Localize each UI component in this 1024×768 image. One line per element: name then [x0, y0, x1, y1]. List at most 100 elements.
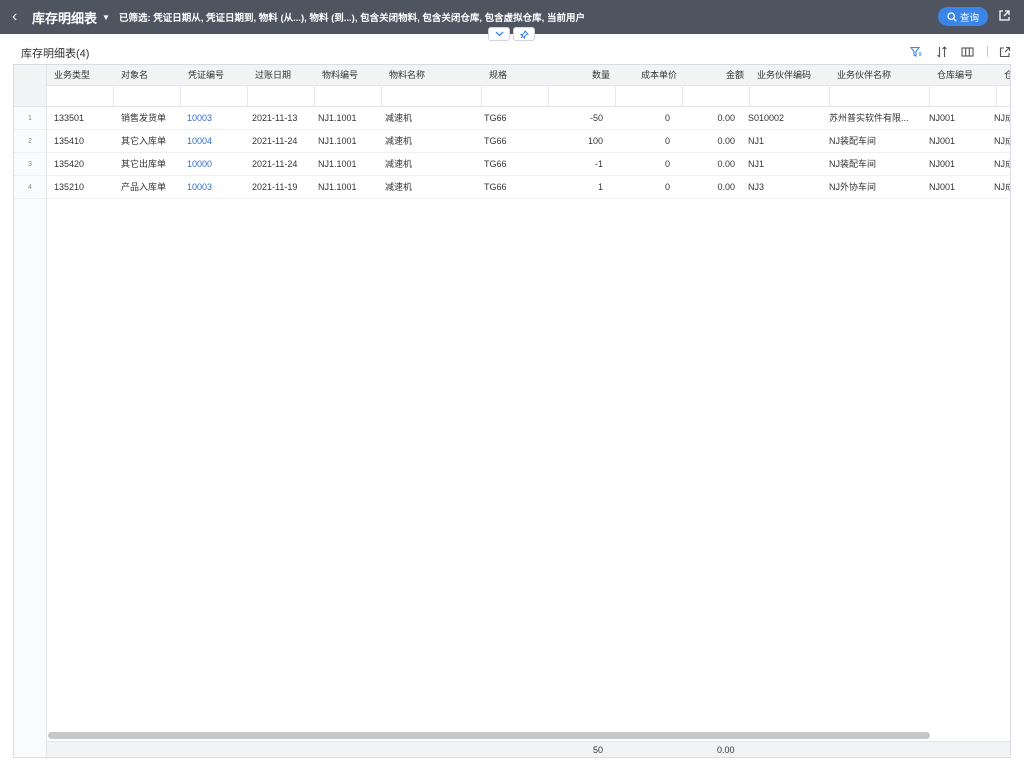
table-row[interactable]: 135420 其它出库单 10000 2021-11-24 NJ1.1001 减… — [47, 153, 1010, 176]
export-icon[interactable] — [998, 9, 1011, 22]
col-header-amount[interactable]: 金额 — [690, 65, 744, 85]
cell-posting-date: 2021-11-24 — [252, 136, 298, 146]
cell-bp-code: NJ3 — [748, 182, 765, 192]
filter-icon[interactable] — [909, 45, 922, 58]
col-header-quantity[interactable]: 数量 — [556, 65, 610, 85]
cell-item-name: 减速机 — [385, 182, 413, 192]
filter-cell[interactable] — [683, 86, 750, 106]
cell-item-code: NJ1.1001 — [318, 182, 357, 192]
col-header-unit-cost[interactable]: 成本单价 — [623, 65, 677, 85]
cell-amount: 0.00 — [717, 159, 735, 169]
page-title[interactable]: 库存明细表 — [32, 8, 97, 27]
search-icon — [947, 11, 957, 22]
cell-bp-code: NJ1 — [748, 159, 765, 169]
horizontal-scrollbar[interactable] — [48, 732, 930, 739]
cell-unit-cost: 0 — [664, 113, 670, 123]
index-header — [14, 65, 46, 107]
cell-warehouse-code: NJ001 — [929, 136, 956, 146]
pin-button[interactable] — [513, 27, 535, 41]
cell-spec: TG66 — [484, 136, 507, 146]
cell-unit-cost: 0 — [664, 136, 670, 146]
cell-quantity: 1 — [597, 182, 603, 192]
chevron-down-icon — [495, 31, 503, 37]
table-header: 业务类型 对象名 凭证编号 过账日期 物料编号 物料名称 规格 数量 成本单价 … — [47, 65, 1010, 86]
table-title: 库存明细表(4) — [21, 48, 90, 60]
row-index-column: 1 2 3 4 — [14, 65, 47, 757]
cell-posting-date: 2021-11-24 — [252, 159, 298, 169]
collapse-controls — [488, 27, 535, 41]
row-index: 1 — [14, 107, 46, 130]
back-icon[interactable]: ‹ — [12, 8, 24, 26]
filter-cell[interactable] — [549, 86, 616, 106]
col-header-object-name[interactable]: 对象名 — [121, 65, 181, 85]
filter-cell[interactable] — [248, 86, 315, 106]
table-row[interactable]: 133501 销售发货单 10003 2021-11-13 NJ1.1001 减… — [47, 107, 1010, 130]
cell-posting-date: 2021-11-13 — [252, 113, 298, 123]
cell-bp-name: NJ装配车间 — [829, 136, 876, 146]
col-header-biz-type[interactable]: 业务类型 — [54, 65, 114, 85]
title-dropdown-icon[interactable]: ▼ — [102, 13, 110, 22]
cell-unit-cost: 0 — [664, 159, 670, 169]
cell-doc-number-link[interactable]: 10004 — [187, 130, 247, 152]
row-index: 2 — [14, 130, 46, 153]
cell-item-name: 减速机 — [385, 136, 413, 146]
col-header-bp-name[interactable]: 业务伙伴名称 — [837, 65, 917, 85]
column-filter-row — [47, 86, 1010, 107]
pin-icon — [519, 29, 529, 39]
col-header-doc-number[interactable]: 凭证编号 — [188, 65, 248, 85]
columns-icon[interactable] — [961, 45, 974, 58]
cell-warehouse-name: NJ成 — [994, 136, 1010, 146]
filter-cell[interactable] — [114, 86, 181, 106]
col-header-warehouse-code[interactable]: 仓库编号 — [937, 65, 997, 85]
share-icon[interactable] — [998, 45, 1011, 58]
col-header-item-name[interactable]: 物料名称 — [389, 65, 469, 85]
table-row[interactable]: 135410 其它入库单 10004 2021-11-24 NJ1.1001 减… — [47, 130, 1010, 153]
cell-object-name: 产品入库单 — [121, 182, 167, 192]
filter-summary[interactable]: 已筛选: 凭证日期从, 凭证日期到, 物料 (从...), 物料 (到...),… — [119, 10, 585, 24]
row-index: 4 — [14, 176, 46, 199]
col-header-warehouse-name[interactable]: 仓 — [1004, 65, 1010, 85]
cell-biz-type: 133501 — [54, 113, 85, 123]
cell-posting-date: 2021-11-19 — [252, 182, 298, 192]
cell-warehouse-name: NJ成 — [994, 182, 1010, 192]
cell-bp-code: NJ1 — [748, 136, 765, 146]
cell-spec: TG66 — [484, 113, 507, 123]
table-toolbar — [909, 45, 1024, 58]
cell-warehouse-code: NJ001 — [929, 113, 956, 123]
filter-cell[interactable] — [482, 86, 549, 106]
col-header-posting-date[interactable]: 过账日期 — [255, 65, 315, 85]
totals-row: 50 0.00 — [47, 741, 1010, 757]
filter-cell[interactable] — [997, 86, 1010, 106]
cell-unit-cost: 0 — [664, 182, 670, 192]
filter-cell[interactable] — [382, 86, 482, 106]
expand-filter-button[interactable] — [488, 27, 510, 41]
cell-item-code: NJ1.1001 — [318, 136, 357, 146]
cell-amount: 0.00 — [717, 113, 735, 123]
filter-cell[interactable] — [830, 86, 930, 106]
col-header-item-code[interactable]: 物料编号 — [322, 65, 382, 85]
cell-amount: 0.00 — [717, 136, 735, 146]
filter-cell[interactable] — [181, 86, 248, 106]
col-header-bp-code[interactable]: 业务伙伴编码 — [757, 65, 827, 85]
cell-item-code: NJ1.1001 — [318, 159, 357, 169]
filter-cell[interactable] — [930, 86, 997, 106]
sort-icon[interactable] — [935, 45, 948, 58]
filter-cell[interactable] — [47, 86, 114, 106]
total-quantity: 50 — [593, 745, 604, 755]
table-row[interactable]: 135210 产品入库单 10003 2021-11-19 NJ1.1001 减… — [47, 176, 1010, 199]
cell-doc-number-link[interactable]: 10003 — [187, 176, 247, 198]
cell-doc-number-link[interactable]: 10003 — [187, 107, 247, 129]
cell-item-name: 减速机 — [385, 113, 413, 123]
cell-bp-name: NJ外协车间 — [829, 182, 876, 192]
cell-quantity: 100 — [587, 136, 603, 146]
cell-warehouse-name: NJ成 — [994, 159, 1010, 169]
cell-bp-code: S010002 — [748, 113, 785, 123]
cell-object-name: 其它入库单 — [121, 136, 167, 146]
cell-doc-number-link[interactable]: 10000 — [187, 153, 247, 175]
filter-cell[interactable] — [315, 86, 382, 106]
col-header-spec[interactable]: 规格 — [489, 65, 539, 85]
filter-cell[interactable] — [616, 86, 683, 106]
filter-cell[interactable] — [750, 86, 830, 106]
total-amount: 0.00 — [717, 745, 735, 755]
query-button[interactable]: 查询 — [938, 7, 988, 26]
